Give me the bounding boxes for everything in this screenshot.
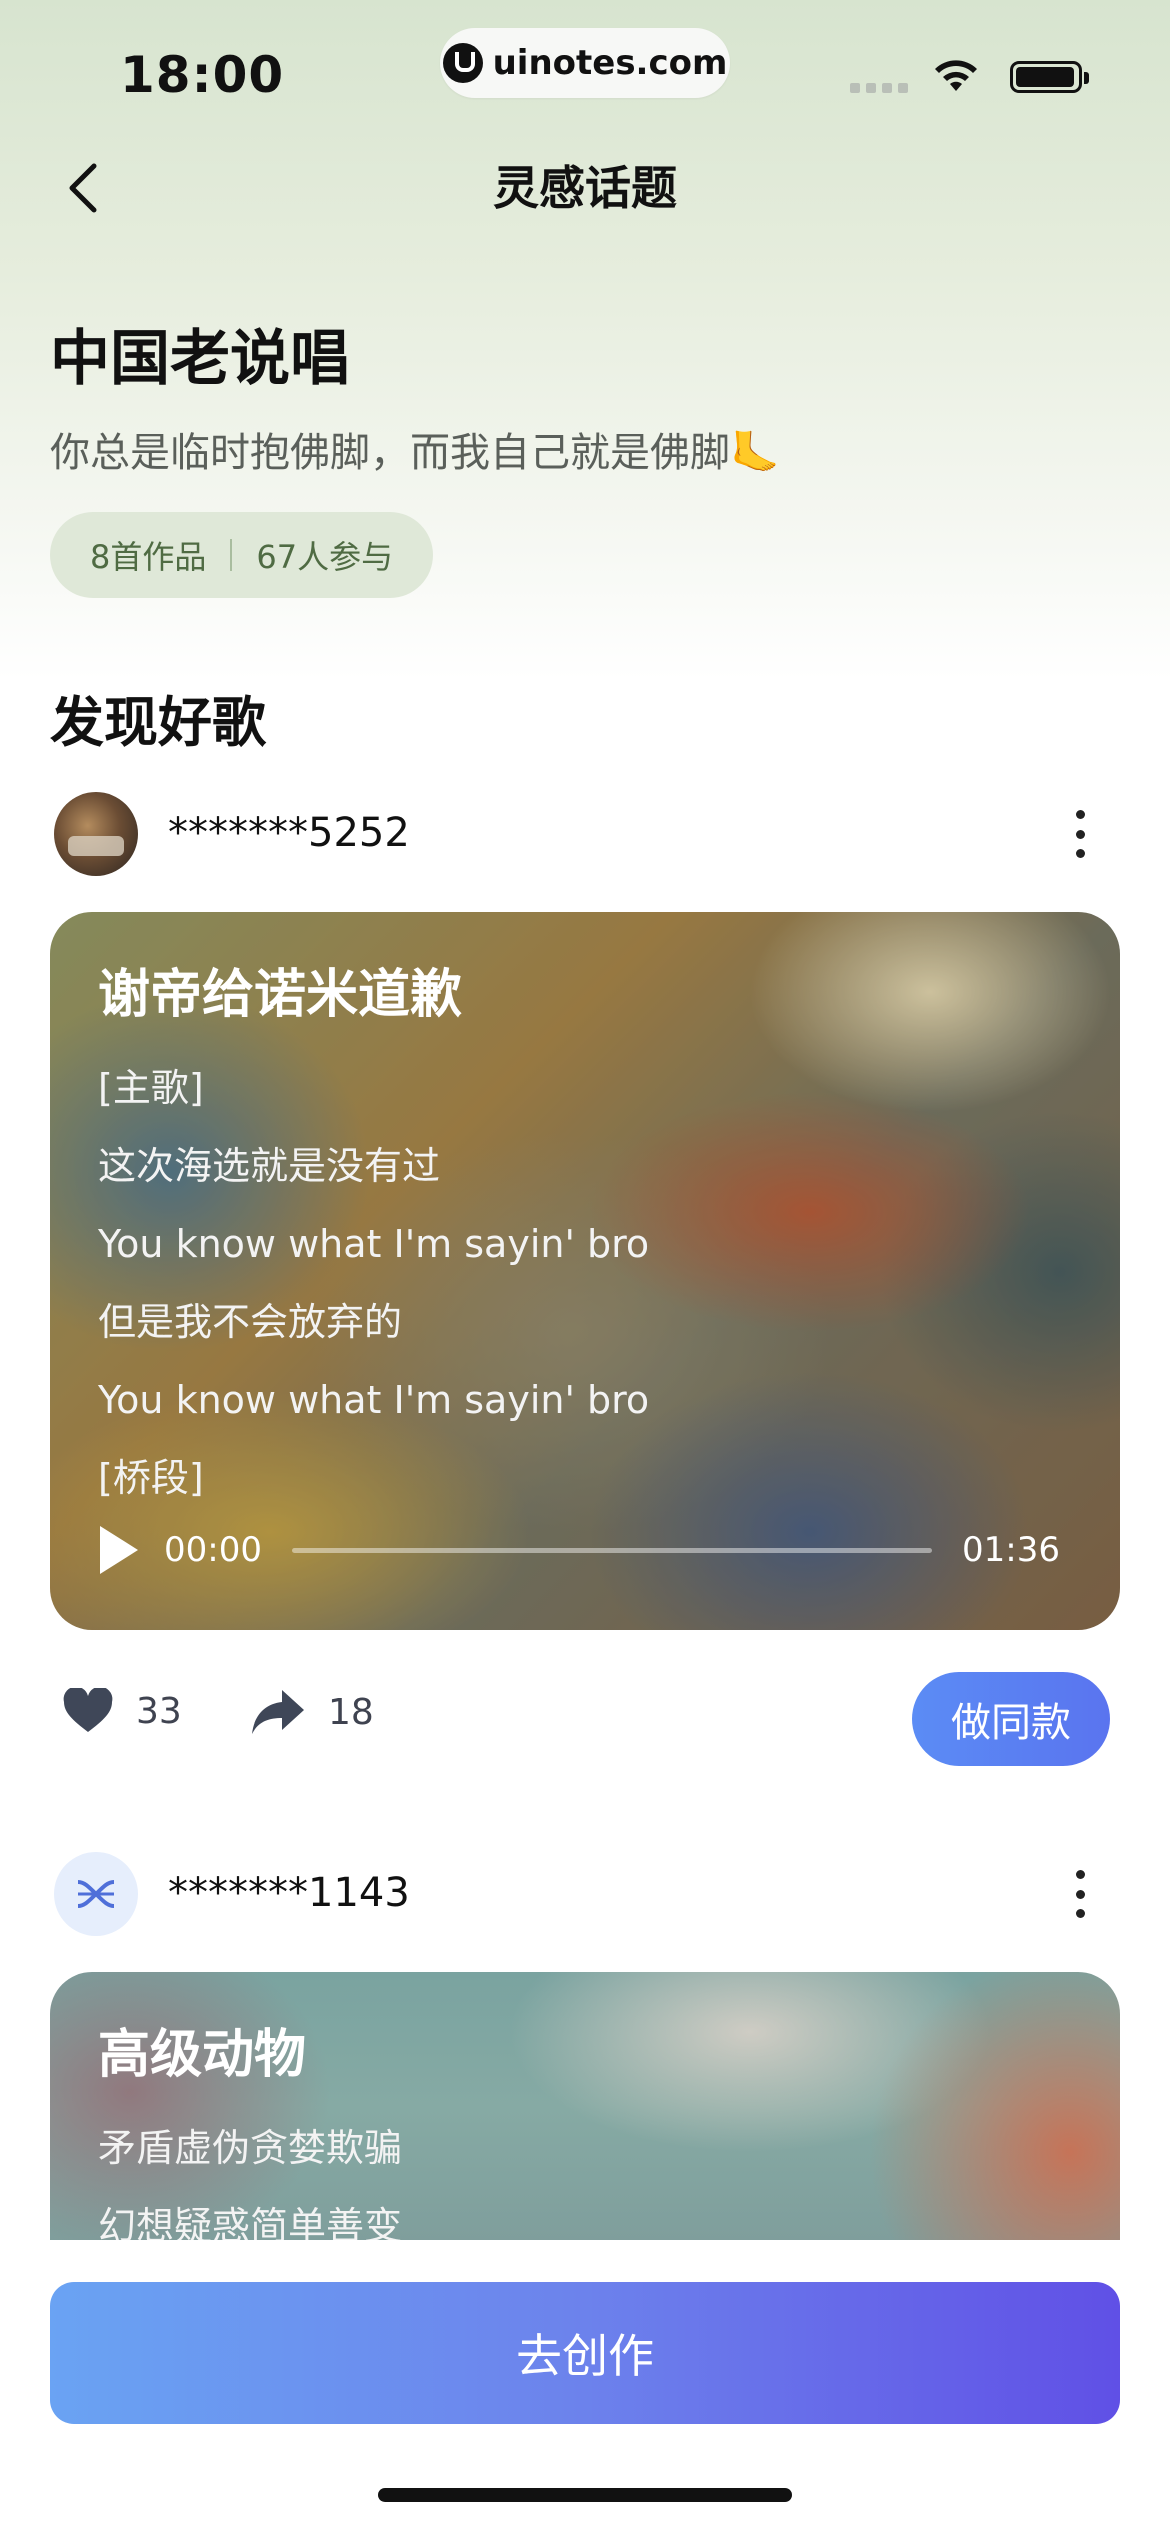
lyric-line: 矛盾虚伪贪婪欺骗 (98, 2126, 403, 2170)
topic-stats: 8首作品 67人参与 (50, 512, 434, 598)
audio-player: 00:00 01:36 (100, 1520, 1060, 1580)
song-title: 高级动物 (98, 2025, 307, 2085)
lyric-line: 这次海选就是没有过 (98, 1144, 441, 1188)
song-title: 谢帝给诺米道歉 (98, 965, 463, 1025)
post-username[interactable]: *******1143 (168, 1870, 410, 1916)
more-options-icon[interactable] (1074, 1870, 1086, 1918)
avatar[interactable] (54, 792, 138, 876)
section-title: 发现好歌 (50, 691, 266, 754)
more-options-icon[interactable] (1074, 810, 1086, 858)
lyric-line: [桥段] (98, 1456, 204, 1500)
avatar[interactable] (54, 1852, 138, 1936)
lyric-line: 但是我不会放弃的 (98, 1300, 403, 1344)
wifi-icon (935, 60, 977, 91)
song-content: 谢帝给诺米道歉 [主歌] 这次海选就是没有过 You know what I'm… (98, 952, 1072, 1517)
share-icon (252, 1690, 304, 1734)
share-count: 18 (328, 1691, 374, 1733)
lyric-line: [主歌] (98, 1066, 204, 1110)
battery-icon (1010, 61, 1089, 93)
participants-count: 67人参与 (256, 538, 394, 576)
works-count: 8首作品 (90, 538, 207, 576)
current-time: 00:00 (164, 1530, 262, 1570)
home-indicator[interactable] (378, 2488, 792, 2502)
heart-icon (63, 1688, 113, 1732)
status-time: 18:00 (120, 46, 285, 104)
lyric-line: You know what I'm sayin' bro (98, 1222, 650, 1266)
site-logo-icon (442, 43, 483, 83)
play-icon[interactable] (100, 1526, 138, 1574)
share-button[interactable]: 18 (250, 1688, 374, 1736)
url-pill[interactable]: uinotes.com (440, 28, 730, 98)
like-count: 33 (136, 1690, 182, 1732)
app-logo-icon (77, 1880, 115, 1908)
song-content: 高级动物 矛盾虚伪贪婪欺骗 幻想疑惑简单善变 (98, 2012, 1072, 2242)
progress-track[interactable] (291, 1547, 933, 1553)
topic-subtitle: 你总是临时抱佛脚，而我自己就是佛脚🦶 (50, 430, 780, 476)
song-card[interactable]: 谢帝给诺米道歉 [主歌] 这次海选就是没有过 You know what I'm… (50, 912, 1120, 1630)
cellular-signal-icon (850, 83, 908, 93)
topic-title: 中国老说唱 (50, 324, 350, 394)
status-icons (850, 55, 1090, 95)
create-button[interactable]: 去创作 (50, 2282, 1120, 2424)
make-same-button[interactable]: 做同款 (912, 1672, 1110, 1766)
page-title: 灵感话题 (493, 161, 677, 215)
url-text: uinotes.com (492, 43, 728, 83)
song-card[interactable]: 高级动物 矛盾虚伪贪婪欺骗 幻想疑惑简单善变 (50, 1972, 1120, 2242)
lyric-line: 幻想疑惑简单善变 (98, 2204, 403, 2242)
duration: 01:36 (962, 1530, 1060, 1570)
like-button[interactable]: 33 (62, 1688, 182, 1734)
lyric-line: You know what I'm sayin' bro (98, 1378, 650, 1422)
post-username[interactable]: *******5252 (168, 810, 410, 856)
stats-divider (230, 539, 233, 571)
